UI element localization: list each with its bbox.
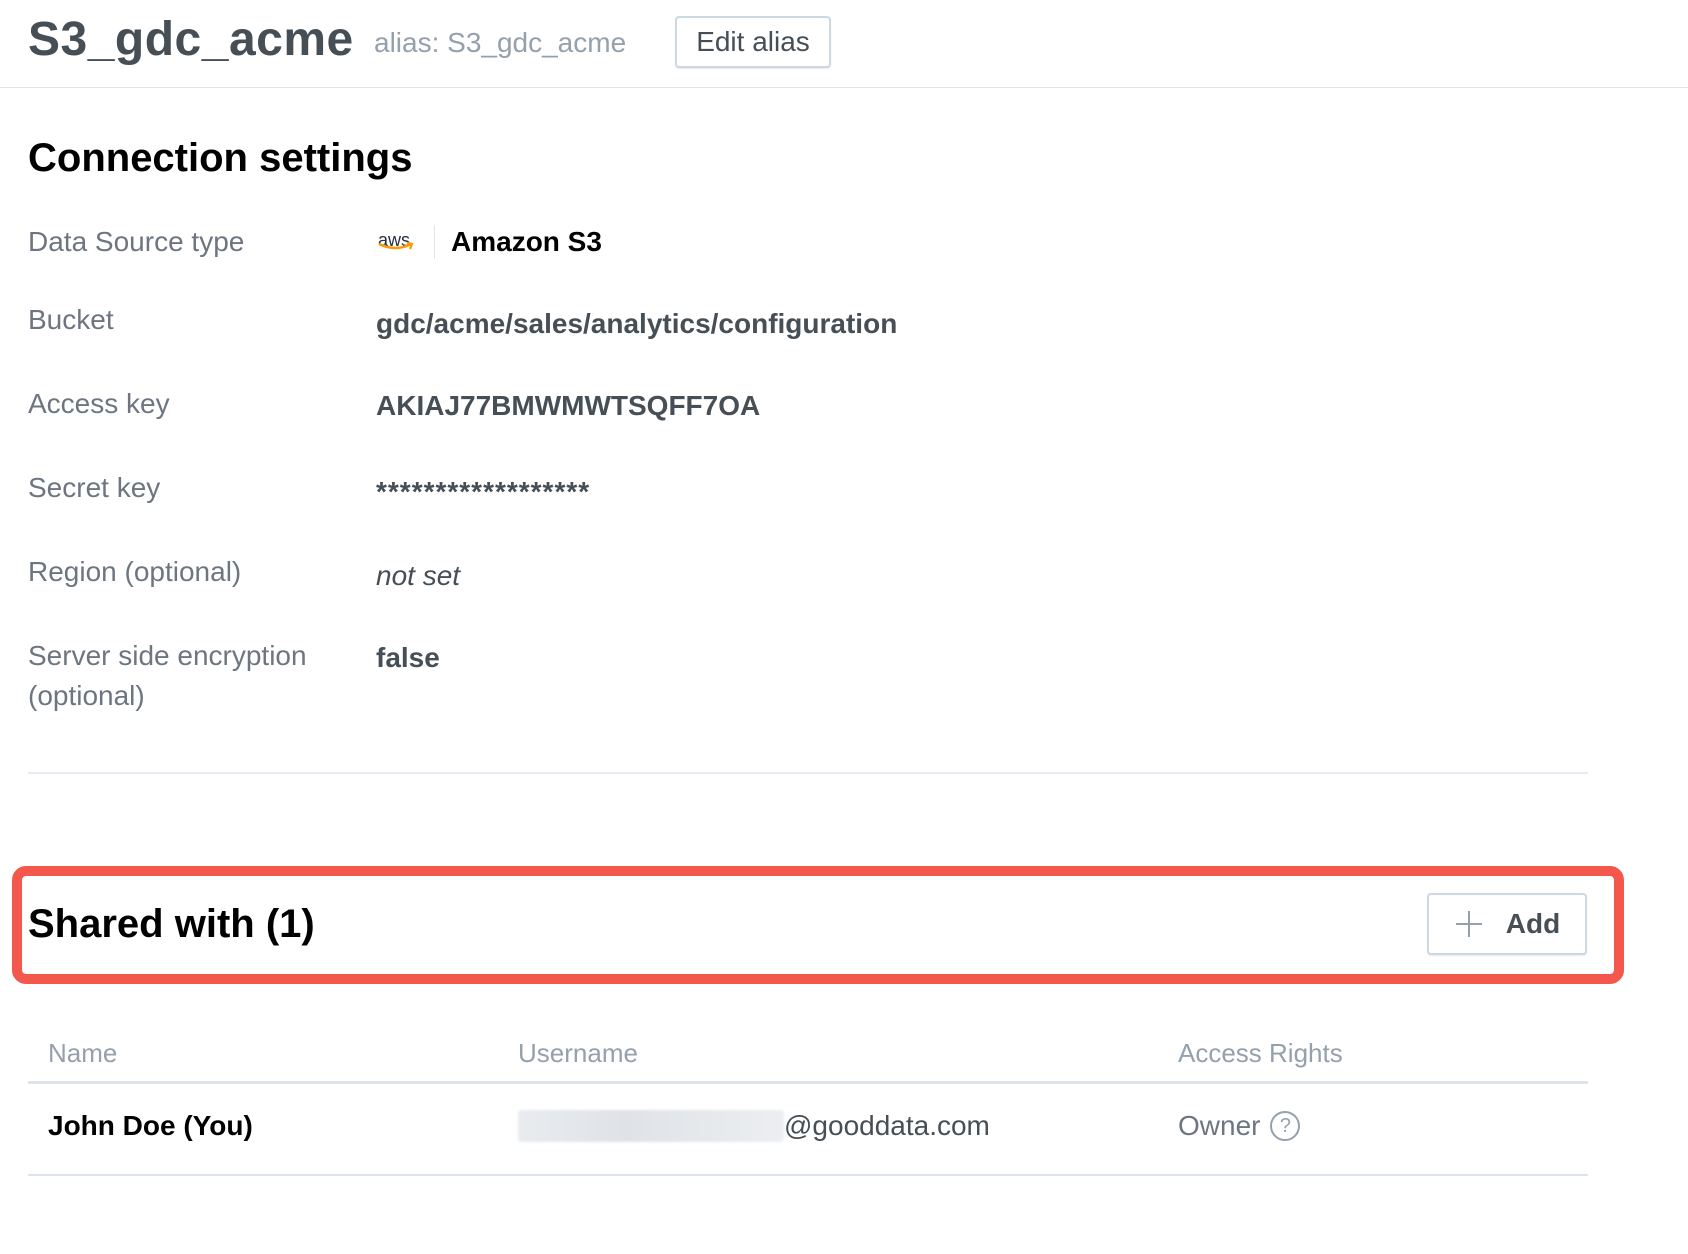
- shared-with-title: Shared with (1): [28, 902, 315, 946]
- setting-value: false: [376, 642, 440, 673]
- shared-users-table: Name Username Access Rights John Doe (Yo…: [28, 1028, 1588, 1176]
- setting-value: AKIAJ77BMWMWTSQFF7OA: [376, 390, 761, 421]
- aws-logo-icon: aws: [378, 230, 414, 250]
- setting-value: gdc/acme/sales/analytics/configuration: [376, 308, 898, 339]
- setting-label: Region (optional): [28, 556, 242, 587]
- setting-label: Server side encryption (optional): [28, 640, 307, 711]
- data-source-type-label: Amazon S3: [451, 226, 602, 257]
- username-domain: @gooddata.com: [784, 1110, 990, 1141]
- add-button[interactable]: Add: [1427, 893, 1587, 955]
- alias-text: alias: S3_gdc_acme: [374, 27, 627, 58]
- setting-label: Secret key: [28, 472, 161, 503]
- help-icon[interactable]: ?: [1270, 1111, 1301, 1141]
- redacted-username: [518, 1110, 784, 1142]
- table-row: John Doe (You) @gooddata.com Owner ?: [28, 1084, 1588, 1176]
- column-header-access-rights: Access Rights: [1178, 1038, 1343, 1068]
- setting-value: not set: [376, 560, 461, 591]
- user-access-rights: Owner ?: [1178, 1106, 1301, 1146]
- access-rights-label: Owner: [1178, 1110, 1261, 1141]
- user-name: John Doe (You): [48, 1110, 253, 1141]
- setting-label: Access key: [28, 388, 170, 419]
- section-divider: [28, 772, 1588, 774]
- setting-label: Bucket: [28, 304, 114, 335]
- setting-value: ******************: [376, 476, 591, 507]
- setting-value: aws Amazon S3: [376, 222, 602, 262]
- table-header: Name Username Access Rights: [28, 1028, 1588, 1084]
- column-header-username: Username: [518, 1038, 638, 1068]
- setting-label: Data Source type: [28, 226, 245, 257]
- add-button-label: Add: [1505, 908, 1561, 939]
- page-header: S3_gdc_acme alias: S3_gdc_acme Edit alia…: [0, 0, 1688, 88]
- column-header-name: Name: [48, 1038, 118, 1068]
- plus-icon: [1454, 909, 1484, 939]
- user-username: @gooddata.com: [518, 1106, 990, 1146]
- separator: [434, 225, 435, 259]
- data-source-title: S3_gdc_acme: [28, 13, 354, 66]
- connection-settings-title: Connection settings: [28, 136, 413, 180]
- edit-alias-button[interactable]: Edit alias: [675, 16, 831, 68]
